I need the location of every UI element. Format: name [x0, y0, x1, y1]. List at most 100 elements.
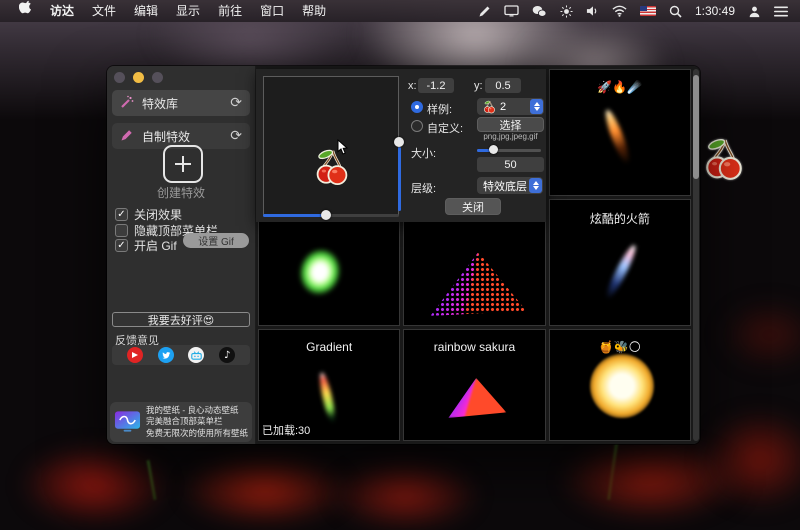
allowed-formats: png,jpg,jpeg,gif — [477, 132, 544, 141]
display-icon[interactable] — [504, 5, 519, 17]
menu-item-app[interactable]: 访达 — [41, 0, 83, 22]
notification-center-icon[interactable] — [774, 6, 788, 17]
position-preview-box[interactable] — [263, 76, 399, 216]
sample-label: 样例: — [427, 101, 452, 117]
user-icon[interactable] — [748, 5, 761, 18]
bilibili-icon[interactable] — [188, 347, 204, 363]
menu-bar: 访达 文件 编辑 显示 前往 窗口 帮助 1:30:49 — [0, 0, 800, 22]
comet-effect-preview — [602, 108, 633, 166]
window-controls — [114, 72, 163, 83]
green-glow-effect-preview — [294, 244, 346, 301]
youtube-icon[interactable] — [127, 347, 143, 363]
y-slider-knob[interactable] — [394, 137, 404, 147]
search-icon[interactable] — [669, 5, 682, 18]
menubar-clock[interactable]: 1:30:49 — [695, 4, 735, 18]
close-panel-button[interactable]: 关闭 — [445, 198, 501, 215]
sample-dropdown[interactable]: 2 — [477, 98, 544, 115]
wallpaper-app-icon — [114, 410, 141, 434]
refresh-icon[interactable]: ⟳ — [230, 129, 242, 143]
volume-icon[interactable] — [586, 5, 599, 17]
checkbox-checked-icon: ✓ — [115, 208, 128, 221]
app-window: 特效库 ⟳ 自制特效 ⟳ 创建特效 ✓ 关闭效果 隐藏顶部菜单栏 ✓ 开启 Gi… — [107, 66, 700, 444]
effects-gallery: 🚀🔥☄️ 炫酷的火箭 Gradient rainbow sakura — [256, 66, 700, 444]
checkbox-checked-icon: ✓ — [115, 239, 128, 252]
sidebar-item-label: 自制特效 — [142, 128, 190, 145]
effect-cell-honey-moon[interactable]: 🍯🐝🌕 — [549, 329, 691, 441]
size-label: 大小: — [411, 145, 436, 161]
wifi-icon[interactable] — [612, 5, 627, 17]
sidebar-item-label: 特效库 — [142, 95, 178, 112]
custom-label: 自定义: — [427, 120, 463, 136]
stepper-icon[interactable] — [529, 178, 542, 193]
rainbow-cone-effect-preview — [448, 378, 506, 418]
checkbox-disable-effects[interactable]: ✓ 关闭效果 — [115, 206, 182, 223]
custom-radio[interactable] — [411, 120, 423, 132]
menu-item-go[interactable]: 前往 — [209, 0, 251, 22]
x-slider-knob[interactable] — [321, 210, 331, 220]
social-links: ♪ — [112, 345, 250, 365]
create-effect-label: 创建特效 — [107, 184, 255, 201]
checkbox-enable-gif[interactable]: ✓ 开启 Gif — [115, 237, 177, 254]
sample-radio[interactable] — [411, 101, 423, 113]
stepper-icon[interactable] — [530, 99, 543, 114]
wechat-icon[interactable] — [532, 5, 547, 18]
apple-icon — [19, 0, 32, 15]
input-source-flag-icon[interactable] — [640, 6, 656, 16]
tiktok-icon[interactable]: ♪ — [219, 347, 235, 363]
effect-settings-panel: x: -1.2 y: 0.5 样例: 2 自定义: 选择 png,jpg,jpe… — [256, 69, 546, 222]
rocket-effect-preview — [603, 243, 639, 301]
x-value-field[interactable]: -1.2 — [418, 78, 454, 93]
checkbox-unchecked-icon — [115, 224, 128, 237]
menu-item-view[interactable]: 显示 — [167, 0, 209, 22]
x-slider-track[interactable] — [263, 214, 399, 217]
close-button[interactable] — [114, 72, 125, 83]
y-label: y: — [474, 80, 483, 92]
layer-dropdown[interactable]: 特效底层 — [477, 177, 543, 194]
menu-item-help[interactable]: 帮助 — [293, 0, 335, 22]
create-effect-button[interactable] — [163, 145, 203, 183]
rate-app-button[interactable]: 我要去好评😍 — [112, 312, 250, 327]
size-slider-track[interactable] — [477, 149, 541, 152]
size-slider-knob[interactable] — [489, 145, 498, 154]
pen-icon[interactable] — [478, 5, 491, 18]
layer-value: 特效底层 — [483, 178, 527, 194]
x-label: x: — [408, 80, 417, 92]
effect-cell-rocket-fire[interactable]: 🚀🔥☄️ — [549, 69, 691, 196]
promo-text: 我的壁纸 - 良心动态壁纸 完美融合顶部菜单栏 免费无限次的使用所有壁纸 — [146, 405, 248, 439]
effect-label: 🍯🐝🌕 — [550, 340, 690, 354]
twitter-icon[interactable] — [158, 347, 174, 363]
menu-item-window[interactable]: 窗口 — [251, 0, 293, 22]
glow-orb-effect-preview — [590, 354, 654, 418]
scrollbar-track[interactable] — [693, 69, 699, 441]
effect-label: 🚀🔥☄️ — [550, 80, 690, 94]
y-value-field[interactable]: 0.5 — [485, 78, 521, 93]
loaded-count: 已加载:30 — [262, 422, 310, 438]
minimize-button[interactable] — [133, 72, 144, 83]
apple-menu[interactable] — [10, 0, 41, 22]
mouse-cursor-icon — [336, 139, 348, 159]
size-value-field[interactable]: 50 — [477, 157, 544, 172]
sample-value: 2 — [500, 101, 506, 113]
wallpaper-promo-banner[interactable]: 我的壁纸 - 良心动态壁纸 完美融合顶部菜单栏 免费无限次的使用所有壁纸 — [110, 402, 252, 442]
sidebar-item-effect-library[interactable]: 特效库 ⟳ — [112, 90, 250, 116]
refresh-icon[interactable]: ⟳ — [230, 96, 242, 110]
menu-item-file[interactable]: 文件 — [83, 0, 125, 22]
effect-cell-rainbow-sakura[interactable]: rainbow sakura — [403, 329, 545, 441]
effect-cell-cool-rocket[interactable]: 炫酷的火箭 — [549, 199, 691, 326]
cherry-thumb-icon — [483, 100, 496, 114]
gif-settings-button[interactable]: 设置 Gif — [183, 233, 249, 248]
checkbox-label: 开启 Gif — [134, 237, 177, 254]
effect-label: rainbow sakura — [404, 340, 544, 354]
choose-file-button[interactable]: 选择 — [477, 117, 544, 132]
effect-label: Gradient — [259, 340, 399, 354]
cherry-sticker[interactable] — [702, 136, 746, 182]
rainbow-particles-effect-preview — [430, 252, 526, 316]
plus-icon — [175, 156, 191, 172]
brightness-icon[interactable] — [560, 5, 573, 18]
y-slider-track[interactable] — [398, 147, 401, 211]
menu-item-edit[interactable]: 编辑 — [125, 0, 167, 22]
scrollbar-thumb[interactable] — [693, 75, 699, 179]
magic-wand-icon — [120, 95, 134, 112]
pencil-icon — [120, 128, 134, 145]
zoom-button[interactable] — [152, 72, 163, 83]
